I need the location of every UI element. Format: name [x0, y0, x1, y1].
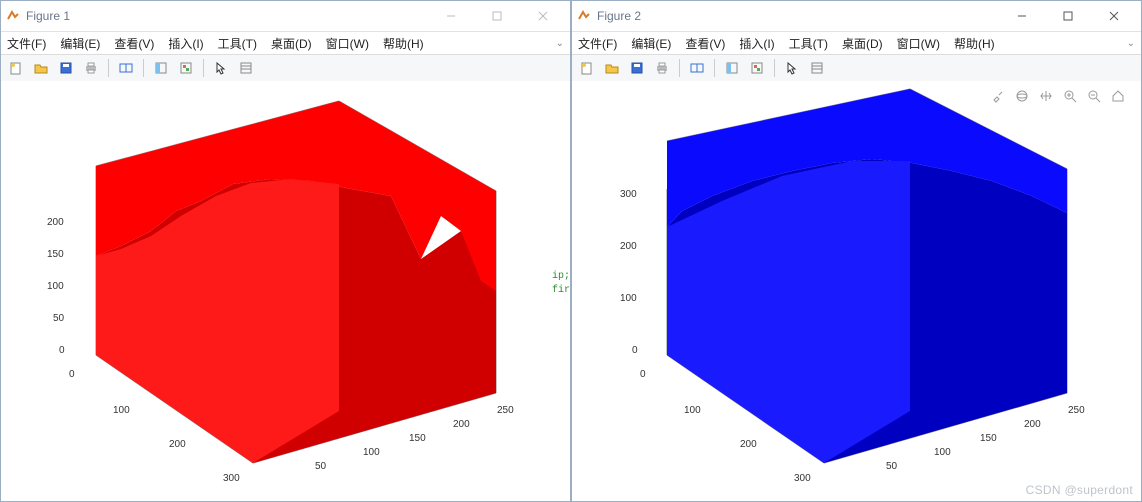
- open-icon[interactable]: [601, 57, 623, 79]
- window-title: Figure 2: [597, 9, 999, 23]
- x-tick: 300: [794, 473, 811, 484]
- menu-edit[interactable]: 编辑(E): [631, 35, 671, 52]
- matlab-logo-icon: [5, 8, 21, 24]
- print-icon[interactable]: [80, 57, 102, 79]
- open-icon[interactable]: [30, 57, 52, 79]
- z-tick: 200: [620, 241, 637, 252]
- toolbar-2: [572, 55, 1141, 82]
- window-title: Figure 1: [26, 9, 428, 23]
- pan-icon[interactable]: [1037, 87, 1055, 105]
- menu-window[interactable]: 窗口(W): [326, 35, 369, 52]
- maximize-button[interactable]: [1045, 1, 1091, 31]
- pointer-icon[interactable]: [210, 57, 232, 79]
- y-tick: 250: [497, 405, 514, 416]
- z-tick: 50: [53, 313, 64, 324]
- y-tick: 200: [453, 419, 470, 430]
- y-tick: 150: [409, 433, 426, 444]
- save-icon[interactable]: [626, 57, 648, 79]
- menu-file[interactable]: 文件(F): [578, 35, 617, 52]
- new-figure-icon[interactable]: [576, 57, 598, 79]
- menu-window[interactable]: 窗口(W): [897, 35, 940, 52]
- menu-help[interactable]: 帮助(H): [954, 35, 995, 52]
- bg-code-text: fir: [552, 285, 570, 296]
- save-icon[interactable]: [55, 57, 77, 79]
- zoom-out-icon[interactable]: [1085, 87, 1103, 105]
- z-tick: 100: [47, 281, 64, 292]
- colorbar-icon[interactable]: [175, 57, 197, 79]
- plot3d-1: [1, 81, 572, 501]
- y-tick: 50: [315, 461, 326, 472]
- axes-1[interactable]: ip; fir: [1, 81, 570, 501]
- z-tick: 0: [59, 345, 65, 356]
- menu-edit[interactable]: 编辑(E): [60, 35, 100, 52]
- menu-overflow-icon[interactable]: ⌄: [1127, 38, 1135, 49]
- surface-1: [96, 101, 496, 463]
- minimize-button[interactable]: [428, 1, 474, 31]
- close-button[interactable]: [1091, 1, 1137, 31]
- y-tick: 50: [886, 461, 897, 472]
- menubar-1: 文件(F) 编辑(E) 查看(V) 插入(I) 工具(T) 桌面(D) 窗口(W…: [1, 32, 570, 55]
- link-icon[interactable]: [686, 57, 708, 79]
- panel-icon[interactable]: [235, 57, 257, 79]
- menu-view[interactable]: 查看(V): [685, 35, 725, 52]
- matlab-logo-icon: [576, 8, 592, 24]
- link-icon[interactable]: [115, 57, 137, 79]
- menu-insert[interactable]: 插入(I): [168, 35, 203, 52]
- watermark-text: CSDN @superdont: [1026, 483, 1133, 497]
- x-tick: 300: [223, 473, 240, 484]
- z-tick: 300: [620, 189, 637, 200]
- z-tick: 100: [620, 293, 637, 304]
- menu-help[interactable]: 帮助(H): [383, 35, 424, 52]
- x-tick: 200: [169, 439, 186, 450]
- menu-desktop[interactable]: 桌面(D): [842, 35, 883, 52]
- print-icon[interactable]: [651, 57, 673, 79]
- maximize-button[interactable]: [474, 1, 520, 31]
- menu-tools[interactable]: 工具(T): [218, 35, 257, 52]
- x-tick: 200: [740, 439, 757, 450]
- menubar-2: 文件(F) 编辑(E) 查看(V) 插入(I) 工具(T) 桌面(D) 窗口(W…: [572, 32, 1141, 55]
- y-tick: 250: [1068, 405, 1085, 416]
- pointer-icon[interactable]: [781, 57, 803, 79]
- surface-2: [667, 89, 1067, 463]
- axes-toolbar: [989, 87, 1127, 105]
- y-tick: 150: [980, 433, 997, 444]
- colorbar-icon[interactable]: [746, 57, 768, 79]
- z-tick: 0: [632, 345, 638, 356]
- datacursor-icon[interactable]: [150, 57, 172, 79]
- home-icon[interactable]: [1109, 87, 1127, 105]
- z-tick: 200: [47, 217, 64, 228]
- axes-2[interactable]: 0 100 200 300 0 100 200 300 50 100 150 2…: [572, 81, 1141, 501]
- plot3d-2: [572, 81, 1142, 501]
- x-tick: 100: [113, 405, 130, 416]
- zoom-in-icon[interactable]: [1061, 87, 1079, 105]
- menu-overflow-icon[interactable]: ⌄: [556, 38, 564, 49]
- rotate3d-icon[interactable]: [1013, 87, 1031, 105]
- new-figure-icon[interactable]: [5, 57, 27, 79]
- titlebar-2[interactable]: Figure 2: [572, 1, 1141, 32]
- minimize-button[interactable]: [999, 1, 1045, 31]
- x-tick: 0: [69, 369, 75, 380]
- z-tick: 150: [47, 249, 64, 260]
- x-tick: 100: [684, 405, 701, 416]
- close-button[interactable]: [520, 1, 566, 31]
- panel-icon[interactable]: [806, 57, 828, 79]
- bg-code-text: ip;: [552, 271, 570, 282]
- y-tick: 100: [934, 447, 951, 458]
- menu-insert[interactable]: 插入(I): [739, 35, 774, 52]
- y-tick: 200: [1024, 419, 1041, 430]
- figure-window-1: Figure 1 文件(F) 编辑(E) 查看(V) 插入(I) 工具(T) 桌…: [0, 0, 571, 502]
- menu-file[interactable]: 文件(F): [7, 35, 46, 52]
- figure-window-2: Figure 2 文件(F) 编辑(E) 查看(V) 插入(I) 工具(T) 桌…: [571, 0, 1142, 502]
- menu-view[interactable]: 查看(V): [114, 35, 154, 52]
- x-tick: 0: [640, 369, 646, 380]
- toolbar-1: [1, 55, 570, 82]
- brush-icon[interactable]: [989, 87, 1007, 105]
- menu-tools[interactable]: 工具(T): [789, 35, 828, 52]
- y-tick: 100: [363, 447, 380, 458]
- titlebar-1[interactable]: Figure 1: [1, 1, 570, 32]
- datacursor-icon[interactable]: [721, 57, 743, 79]
- menu-desktop[interactable]: 桌面(D): [271, 35, 312, 52]
